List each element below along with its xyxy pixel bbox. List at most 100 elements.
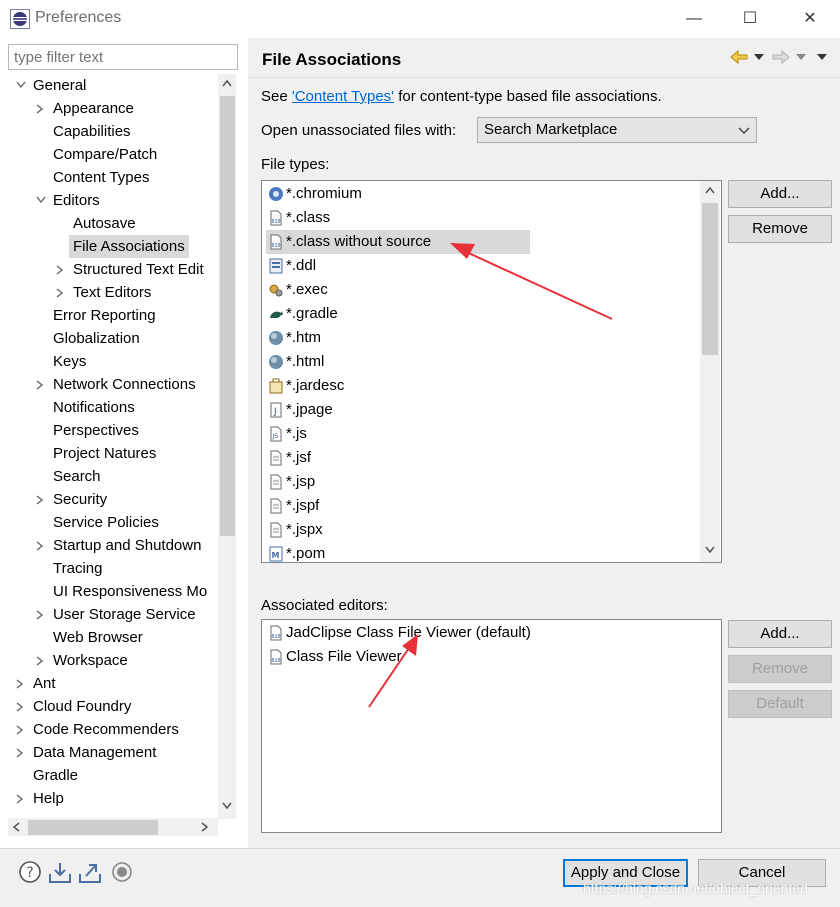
content-types-link[interactable]: 'Content Types' xyxy=(292,88,394,105)
list-item[interactable]: *.jardesc xyxy=(266,374,530,398)
scroll-up-icon[interactable] xyxy=(222,79,232,87)
tree-item[interactable]: File Associations xyxy=(8,235,236,258)
collapsed-chevron-icon[interactable] xyxy=(54,281,68,304)
minimize-button[interactable]: — xyxy=(666,0,722,38)
tree-item[interactable]: Help xyxy=(8,787,236,810)
tree-item[interactable]: Compare/Patch xyxy=(8,143,236,166)
collapsed-chevron-icon[interactable] xyxy=(14,718,28,741)
tree-item[interactable]: Cloud Foundry xyxy=(8,695,236,718)
collapsed-chevron-icon[interactable] xyxy=(14,695,28,718)
scroll-left-icon[interactable] xyxy=(12,822,20,832)
file-types-list[interactable]: *.chromium 010 *.class 010 *.class without s… xyxy=(261,180,722,563)
list-item[interactable]: 010 *.class xyxy=(266,206,530,230)
back-icon[interactable] xyxy=(730,50,748,64)
close-button[interactable]: ✕ xyxy=(782,0,838,38)
forward-menu-chevron-icon[interactable] xyxy=(796,54,806,61)
list-item[interactable]: *.jspf xyxy=(266,494,530,518)
scroll-down-icon[interactable] xyxy=(705,546,715,554)
collapsed-chevron-icon[interactable] xyxy=(34,603,48,626)
tree-item[interactable]: Content Types xyxy=(8,166,236,189)
tree-item[interactable]: UI Responsiveness Mo xyxy=(8,580,236,603)
tree-item[interactable]: Autosave xyxy=(8,212,236,235)
scroll-down-icon[interactable] xyxy=(222,802,232,810)
add-file-type-button[interactable]: Add... xyxy=(728,180,832,208)
collapsed-chevron-icon[interactable] xyxy=(34,97,48,120)
list-item[interactable]: 010 Class File Viewer xyxy=(266,645,566,669)
record-icon[interactable] xyxy=(110,860,134,884)
list-item[interactable]: *.jspx xyxy=(266,518,530,542)
add-editor-button[interactable]: Add... xyxy=(728,620,832,648)
tree-item[interactable]: Project Natures xyxy=(8,442,236,465)
collapsed-chevron-icon[interactable] xyxy=(14,787,28,810)
tree-item[interactable]: Appearance xyxy=(8,97,236,120)
tree-item[interactable]: Keys xyxy=(8,350,236,373)
tree-item-label: Compare/Patch xyxy=(53,146,158,163)
file-types-scroll-thumb[interactable] xyxy=(702,203,718,355)
tree-item[interactable]: Globalization xyxy=(8,327,236,350)
tree-item-label: Capabilities xyxy=(53,123,131,140)
tree-item[interactable]: Search xyxy=(8,465,236,488)
list-item[interactable]: *.chromium xyxy=(266,182,530,206)
open-unassociated-combo[interactable]: Search Marketplace xyxy=(477,117,757,143)
expanded-chevron-icon[interactable] xyxy=(14,74,28,97)
view-menu-icon[interactable] xyxy=(817,54,827,61)
collapsed-chevron-icon[interactable] xyxy=(14,672,28,695)
collapsed-chevron-icon[interactable] xyxy=(34,488,48,511)
tree-item[interactable]: Data Management xyxy=(8,741,236,764)
tree-hscroll-thumb[interactable] xyxy=(28,820,158,835)
tree-item[interactable]: Gradle xyxy=(8,764,236,787)
tree-item[interactable]: Web Browser xyxy=(8,626,236,649)
tree-item[interactable]: Text Editors xyxy=(8,281,236,304)
tree-item[interactable]: Notifications xyxy=(8,396,236,419)
tree-item[interactable]: General xyxy=(8,74,236,97)
list-item-label: *.jsf xyxy=(286,449,312,466)
list-item[interactable]: *.jsp xyxy=(266,470,530,494)
tree-item[interactable]: Structured Text Edit xyxy=(8,258,236,281)
remove-file-type-button[interactable]: Remove xyxy=(728,215,832,243)
list-item[interactable]: *.exec xyxy=(266,278,530,302)
tree-item[interactable]: Security xyxy=(8,488,236,511)
default-editor-button[interactable]: Default xyxy=(728,690,832,718)
list-item[interactable]: 010 JadClipse Class File Viewer (default) xyxy=(266,621,566,645)
maximize-button[interactable]: ☐ xyxy=(722,0,778,38)
list-item[interactable]: *.jsf xyxy=(266,446,530,470)
expanded-chevron-icon[interactable] xyxy=(34,189,48,212)
list-item[interactable]: *.htm xyxy=(266,326,530,350)
tree-item[interactable]: Service Policies xyxy=(8,511,236,534)
tree-scroll-thumb[interactable] xyxy=(220,96,235,536)
list-item[interactable]: 010 *.class without source xyxy=(266,230,530,254)
collapsed-chevron-icon[interactable] xyxy=(34,373,48,396)
tree-item[interactable]: Ant xyxy=(8,672,236,695)
scroll-up-icon[interactable] xyxy=(705,186,715,194)
tree-item[interactable]: Code Recommenders xyxy=(8,718,236,741)
list-item[interactable]: JS *.js xyxy=(266,422,530,446)
text-file-icon xyxy=(268,474,284,490)
back-menu-chevron-icon[interactable] xyxy=(754,54,764,61)
tree-item[interactable]: Startup and Shutdown xyxy=(8,534,236,557)
list-item[interactable]: J *.jpage xyxy=(266,398,530,422)
import-icon[interactable] xyxy=(48,860,72,884)
associated-editors-list[interactable]: 010 JadClipse Class File Viewer (default)… xyxy=(261,619,722,833)
list-item[interactable]: *.html xyxy=(266,350,530,374)
list-item[interactable]: M *.pom xyxy=(266,542,530,562)
collapsed-chevron-icon[interactable] xyxy=(34,534,48,557)
collapsed-chevron-icon[interactable] xyxy=(34,649,48,672)
help-icon[interactable]: ? xyxy=(18,860,42,884)
tree-item[interactable]: Editors xyxy=(8,189,236,212)
export-icon[interactable] xyxy=(78,860,102,884)
tree-item[interactable]: Network Connections xyxy=(8,373,236,396)
forward-icon[interactable] xyxy=(772,50,790,64)
collapsed-chevron-icon[interactable] xyxy=(14,741,28,764)
tree-item[interactable]: Tracing xyxy=(8,557,236,580)
scroll-right-icon[interactable] xyxy=(201,822,209,832)
tree-item[interactable]: Workspace xyxy=(8,649,236,672)
list-item[interactable]: *.ddl xyxy=(266,254,530,278)
tree-item[interactable]: Capabilities xyxy=(8,120,236,143)
remove-editor-button[interactable]: Remove xyxy=(728,655,832,683)
tree-item[interactable]: Perspectives xyxy=(8,419,236,442)
collapsed-chevron-icon[interactable] xyxy=(54,258,68,281)
tree-item[interactable]: User Storage Service xyxy=(8,603,236,626)
filter-input[interactable] xyxy=(8,44,238,70)
list-item[interactable]: *.gradle xyxy=(266,302,530,326)
tree-item[interactable]: Error Reporting xyxy=(8,304,236,327)
